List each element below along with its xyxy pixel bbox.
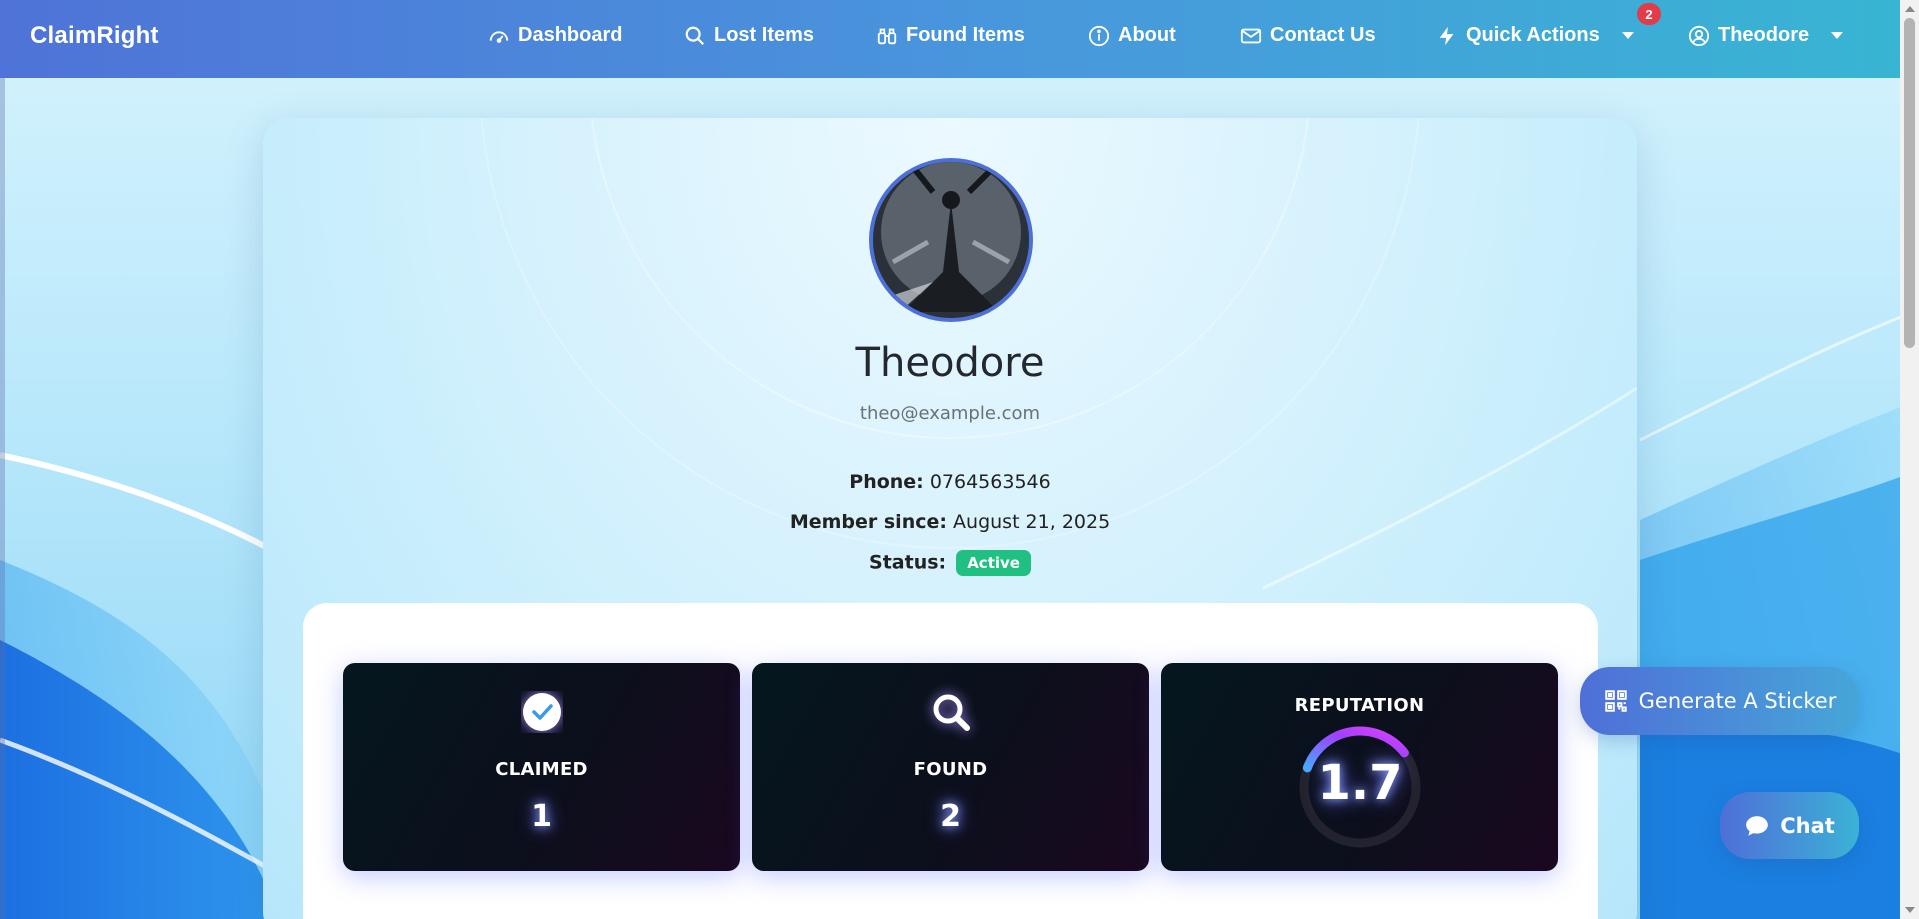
stat-claimed-label: CLAIMED (495, 759, 588, 780)
user-circle-icon (1688, 25, 1710, 46)
scroll-up-arrow-icon[interactable] (1905, 6, 1915, 12)
generate-sticker-button[interactable]: Generate A Sticker (1580, 667, 1859, 735)
nav-dashboard-label: Dashboard (518, 24, 623, 46)
qr-code-icon (1604, 690, 1627, 712)
nav-quick-actions[interactable]: Quick Actions (1436, 24, 1634, 47)
chat-label: Chat (1780, 813, 1835, 838)
window-edge (0, 0, 5, 919)
nav-found-items-label: Found Items (906, 24, 1025, 46)
stat-found-label: FOUND (913, 759, 988, 780)
nav-contact-us[interactable]: Contact Us (1240, 24, 1376, 47)
notification-badge: 2 (1637, 3, 1661, 25)
speedometer-icon (489, 31, 509, 43)
chevron-down-icon (1831, 32, 1844, 39)
phone-label: Phone: (849, 471, 924, 493)
lightning-icon (1439, 26, 1454, 45)
stats-panel: CLAIMED 1 FOUND 2 REPUTATION 1.7 (303, 603, 1598, 919)
stat-found-value: 2 (940, 799, 961, 834)
top-navbar: ClaimRight Dashboard Lost Items Found It… (0, 0, 1900, 78)
stat-found: FOUND 2 (752, 663, 1149, 871)
nav-contact-us-label: Contact Us (1270, 24, 1376, 46)
avatar-image (873, 162, 1029, 318)
nav-about-label: About (1118, 24, 1176, 46)
check-circle-icon (523, 693, 561, 731)
profile-card: Theodore theo@example.com Phone: 0764563… (263, 118, 1637, 919)
info-circle-icon (1088, 25, 1110, 46)
chat-button[interactable]: Chat (1720, 792, 1859, 859)
nav-lost-items[interactable]: Lost Items (684, 24, 814, 47)
nav-about[interactable]: About (1088, 24, 1176, 47)
brand-logo[interactable]: ClaimRight (30, 22, 159, 50)
chevron-down-icon (1621, 32, 1634, 39)
page-scrollbar[interactable] (1900, 0, 1919, 919)
nav-dashboard[interactable]: Dashboard (488, 24, 622, 47)
stat-reputation: REPUTATION 1.7 (1161, 663, 1558, 871)
profile-member-since-row: Member since: August 21, 2025 (263, 511, 1637, 533)
nav-found-items[interactable]: Found Items (876, 24, 1025, 47)
stat-reputation-value: 1.7 (1317, 755, 1403, 811)
status-badge: Active (956, 550, 1031, 576)
binoculars-icon (877, 28, 897, 44)
profile-phone-row: Phone: 0764563546 (263, 471, 1637, 493)
nav-quick-actions-label: Quick Actions (1466, 24, 1600, 46)
member-since-value: August 21, 2025 (953, 511, 1111, 533)
scroll-down-arrow-icon[interactable] (1905, 907, 1915, 913)
member-since-label: Member since: (789, 511, 947, 533)
avatar (869, 158, 1033, 322)
nav-lost-items-label: Lost Items (714, 24, 815, 46)
chat-bubble-icon (1746, 815, 1769, 836)
envelope-icon (1240, 28, 1262, 43)
phone-value: 0764563546 (929, 471, 1051, 493)
generate-sticker-label: Generate A Sticker (1638, 689, 1837, 713)
search-icon (685, 26, 705, 45)
profile-status-row: Status: Active (263, 550, 1637, 576)
stat-claimed: CLAIMED 1 (343, 663, 740, 871)
profile-name: Theodore (855, 340, 1045, 386)
stat-claimed-value: 1 (531, 799, 552, 834)
search-icon (933, 694, 970, 731)
profile-email: theo@example.com (859, 403, 1041, 424)
status-label: Status: (869, 551, 947, 574)
nav-user-label: Theodore (1718, 24, 1810, 46)
stat-reputation-label: REPUTATION (1294, 695, 1425, 716)
scroll-thumb[interactable] (1904, 18, 1915, 348)
nav-user-menu[interactable]: Theodore (1688, 24, 1844, 47)
